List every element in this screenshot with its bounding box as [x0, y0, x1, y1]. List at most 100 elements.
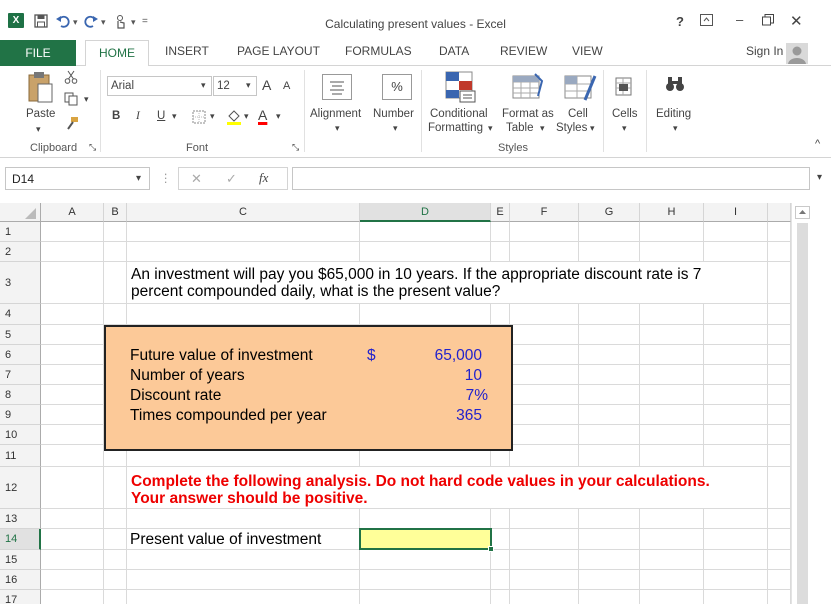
- alignment-button[interactable]: Alignment: [310, 108, 361, 120]
- conditional-formatting-dropdown-icon[interactable]: ▾: [488, 123, 493, 134]
- insert-function-icon[interactable]: fx: [259, 170, 268, 186]
- font-color-dropdown-icon[interactable]: ▾: [276, 111, 281, 122]
- clipboard-launcher-icon[interactable]: ⤡: [89, 142, 96, 153]
- fill-handle[interactable]: [488, 546, 494, 552]
- find-binoculars-icon[interactable]: [664, 74, 686, 97]
- tab-insert[interactable]: INSERT: [165, 44, 209, 58]
- column-header-i[interactable]: I: [704, 203, 768, 222]
- cell-styles-icon[interactable]: [563, 70, 597, 107]
- fill-color-dropdown-icon[interactable]: ▾: [244, 111, 249, 122]
- fill-color-icon[interactable]: [226, 108, 242, 129]
- tab-file[interactable]: FILE: [0, 40, 76, 66]
- row-header-9[interactable]: 9: [0, 405, 41, 425]
- row-header-12[interactable]: 12: [0, 467, 41, 509]
- tab-formulas[interactable]: FORMULAS: [345, 44, 412, 58]
- confirm-entry-icon[interactable]: ✓: [226, 171, 237, 187]
- column-header-c[interactable]: C: [127, 203, 360, 222]
- row-header-8[interactable]: 8: [0, 385, 41, 405]
- tab-home[interactable]: HOME: [85, 40, 149, 67]
- row-header-1[interactable]: 1: [0, 222, 41, 242]
- conditional-formatting-icon[interactable]: [444, 70, 478, 107]
- font-name-select[interactable]: Arial ▾: [107, 76, 212, 96]
- conditional-formatting-button[interactable]: Conditional: [430, 108, 488, 120]
- row-header-15[interactable]: 15: [0, 550, 41, 570]
- tab-view[interactable]: VIEW: [572, 44, 603, 58]
- tab-data[interactable]: DATA: [439, 44, 469, 58]
- column-header-a[interactable]: A: [41, 203, 104, 222]
- font-size-select[interactable]: 12 ▾: [213, 76, 257, 96]
- editing-button[interactable]: Editing: [656, 108, 691, 120]
- future-value-cell[interactable]: 65,000: [380, 347, 482, 365]
- tab-review[interactable]: REVIEW: [500, 44, 547, 58]
- row-header-11[interactable]: 11: [0, 445, 41, 467]
- column-header-d[interactable]: D: [360, 203, 491, 222]
- cancel-entry-icon[interactable]: ✕: [191, 171, 202, 187]
- column-header-b[interactable]: B: [104, 203, 127, 222]
- column-header-h[interactable]: H: [640, 203, 704, 222]
- formula-input[interactable]: [292, 167, 810, 190]
- scroll-thumb[interactable]: [797, 223, 808, 604]
- years-cell[interactable]: 10: [380, 367, 482, 385]
- vertical-scrollbar[interactable]: [791, 203, 831, 604]
- close-icon[interactable]: ✕: [790, 12, 803, 30]
- cells-icon[interactable]: [614, 74, 634, 101]
- grow-font-icon[interactable]: A: [262, 77, 271, 93]
- row-header-4[interactable]: 4: [0, 304, 41, 325]
- name-box[interactable]: D14 ▾: [5, 167, 150, 190]
- shrink-font-icon[interactable]: A: [283, 80, 290, 92]
- row-header-5[interactable]: 5: [0, 325, 41, 345]
- avatar[interactable]: [786, 43, 808, 64]
- cell-styles-dropdown-icon[interactable]: ▾: [590, 123, 595, 134]
- copy-dropdown-icon[interactable]: ▾: [84, 94, 89, 105]
- column-header-g[interactable]: G: [579, 203, 640, 222]
- row-header-7[interactable]: 7: [0, 365, 41, 385]
- cell-styles-button[interactable]: Cell: [568, 108, 588, 120]
- column-header-j[interactable]: [768, 203, 791, 222]
- underline-button[interactable]: U: [157, 110, 165, 122]
- select-all-button[interactable]: [0, 203, 41, 222]
- result-cell[interactable]: [359, 528, 492, 550]
- row-header-3[interactable]: 3: [0, 262, 41, 304]
- minimize-icon[interactable]: –: [736, 12, 743, 27]
- paste-button[interactable]: Paste: [26, 108, 55, 120]
- underline-dropdown-icon[interactable]: ▾: [172, 111, 177, 122]
- format-as-table-dropdown-icon[interactable]: ▾: [540, 123, 545, 134]
- paste-dropdown-icon[interactable]: ▾: [36, 124, 41, 135]
- editing-dropdown-icon[interactable]: ▾: [673, 123, 678, 134]
- alignment-dropdown-icon[interactable]: ▾: [335, 123, 340, 134]
- alignment-icon[interactable]: [322, 74, 352, 100]
- borders-dropdown-icon[interactable]: ▾: [210, 111, 215, 122]
- row-header-2[interactable]: 2: [0, 242, 41, 262]
- column-header-f[interactable]: F: [510, 203, 579, 222]
- number-dropdown-icon[interactable]: ▾: [393, 123, 398, 134]
- copy-icon[interactable]: [64, 92, 80, 109]
- row-header-6[interactable]: 6: [0, 345, 41, 365]
- worksheet-grid[interactable]: A B C D E F G H I 1 2 3 4 5 6 7 8 9 10 1…: [0, 203, 831, 604]
- borders-icon[interactable]: [192, 110, 206, 127]
- row-header-14[interactable]: 14: [0, 529, 41, 550]
- bold-button[interactable]: B: [112, 110, 120, 122]
- collapse-ribbon-icon[interactable]: ^: [815, 138, 820, 150]
- font-color-icon[interactable]: A: [258, 107, 267, 123]
- help-icon[interactable]: ?: [676, 14, 684, 29]
- tab-page-layout[interactable]: PAGE LAYOUT: [237, 44, 320, 58]
- number-button[interactable]: Number: [373, 108, 414, 120]
- font-launcher-icon[interactable]: ⤡: [292, 142, 299, 153]
- expand-formula-bar-icon[interactable]: ▾: [817, 172, 822, 183]
- sign-in-link[interactable]: Sign In: [746, 44, 783, 58]
- format-painter-icon[interactable]: [64, 116, 80, 133]
- row-header-16[interactable]: 16: [0, 570, 41, 590]
- compounding-cell[interactable]: 365: [380, 407, 482, 425]
- number-format-icon[interactable]: %: [382, 74, 412, 100]
- cut-icon[interactable]: [64, 70, 78, 87]
- format-as-table-icon[interactable]: [511, 70, 545, 107]
- row-header-10[interactable]: 10: [0, 425, 41, 445]
- column-header-e[interactable]: E: [491, 203, 510, 222]
- ribbon-display-icon[interactable]: [700, 14, 713, 29]
- italic-button[interactable]: I: [136, 110, 140, 122]
- row-header-17[interactable]: 17: [0, 590, 41, 604]
- cells-button[interactable]: Cells: [612, 108, 638, 120]
- paste-icon[interactable]: [26, 70, 54, 109]
- format-as-table-button[interactable]: Format as: [502, 108, 554, 120]
- restore-icon[interactable]: [762, 14, 774, 29]
